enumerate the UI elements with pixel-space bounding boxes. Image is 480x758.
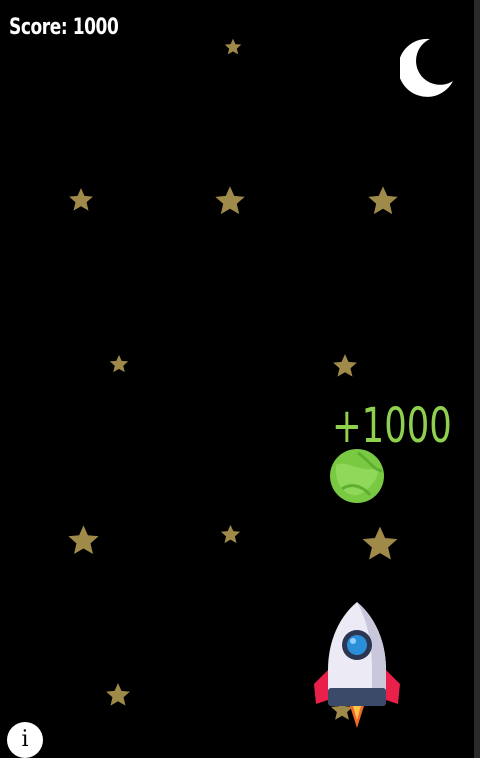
star-icon [106,683,130,706]
rocket-ship-icon[interactable] [312,600,402,732]
star-icon [68,525,99,554]
info-button[interactable]: i [7,722,43,758]
star-icon [69,188,93,211]
star-icon [362,526,398,560]
scrollbar[interactable] [474,0,480,758]
star-icon [220,524,241,544]
star-icon [224,38,242,55]
crescent-moon-icon [400,38,453,97]
star-icon [109,354,129,373]
game-stage[interactable]: Score: 1000 +1000 i [0,0,480,758]
star-icon [215,186,245,215]
star-icon [333,354,357,377]
score-display: Score: 1000 [9,15,119,40]
bonus-points-popup: +1000 [332,398,452,454]
star-icon [368,186,398,215]
green-planet-coin-icon[interactable] [328,445,388,507]
